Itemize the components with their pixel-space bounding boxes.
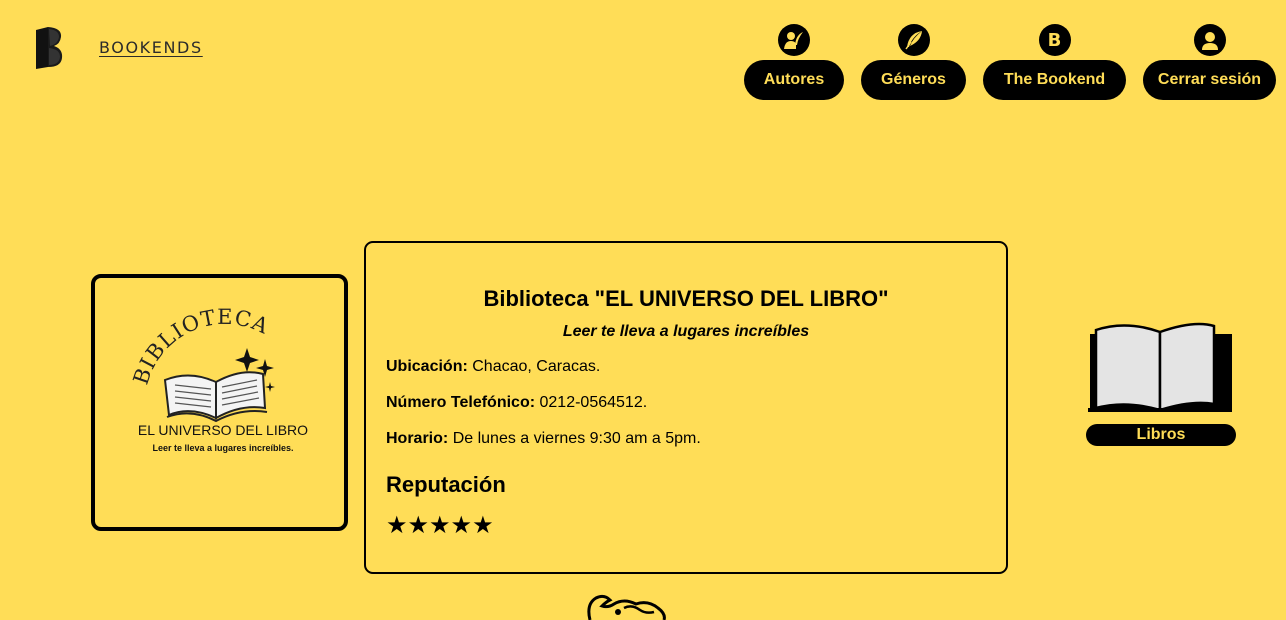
library-slogan: Leer te lleva a lugares increíbles xyxy=(562,323,810,340)
reputation-heading: Reputación xyxy=(386,472,506,497)
library-info-card: Biblioteca "EL UNIVERSO DEL LIBRO" Leer … xyxy=(364,241,1008,574)
open-book-icon[interactable] xyxy=(1086,322,1236,422)
brand-name[interactable]: BOOKENDS xyxy=(99,38,203,57)
location-label: Ubicación: xyxy=(386,358,468,375)
phone-label: Número Telefónico: xyxy=(386,394,536,411)
bookends-logo-icon[interactable] xyxy=(34,27,64,69)
nav-autores[interactable]: Autores xyxy=(744,24,844,100)
logo-name-text: EL UNIVERSO DEL LIBRO xyxy=(138,422,308,438)
phone-value: 0212-0564512. xyxy=(539,394,648,411)
library-logo-card: BIBLIOTECA EL UNIVERSO DEL LIBRO Leer te… xyxy=(91,274,348,531)
library-logo-image: BIBLIOTECA EL UNIVERSO DEL LIBRO Leer te… xyxy=(129,305,309,453)
location-line: Ubicación: Chacao, Caracas. xyxy=(386,358,600,376)
hours-line: Horario: De lunes a viernes 9:30 am a 5p… xyxy=(386,430,701,448)
feather-icon[interactable] xyxy=(897,24,930,56)
phone-line: Número Telefónico: 0212-0564512. xyxy=(386,394,647,412)
decorative-figure-icon xyxy=(587,594,666,620)
autores-button[interactable]: Autores xyxy=(744,60,844,100)
open-book-illustration xyxy=(163,371,268,423)
author-quill-icon[interactable] xyxy=(778,24,810,56)
nav-generos[interactable]: Géneros xyxy=(861,24,966,100)
user-icon[interactable] xyxy=(1193,24,1226,56)
bookends-b-icon[interactable]: B xyxy=(1038,24,1071,56)
books-widget[interactable]: Libros xyxy=(1086,322,1236,446)
libros-button[interactable]: Libros xyxy=(1086,424,1236,446)
star-rating: ★★★★★ xyxy=(386,512,494,539)
nav-cerrar-sesion[interactable]: Cerrar sesión xyxy=(1143,24,1276,100)
hours-label: Horario: xyxy=(386,430,449,447)
the-bookend-button[interactable]: The Bookend xyxy=(983,60,1126,100)
generos-button[interactable]: Géneros xyxy=(861,60,966,100)
library-title: Biblioteca "EL UNIVERSO DEL LIBRO" xyxy=(483,286,889,311)
nav-the-bookend[interactable]: B The Bookend xyxy=(983,24,1126,100)
location-value: Chacao, Caracas. xyxy=(472,358,601,375)
hours-value: De lunes a viernes 9:30 am a 5pm. xyxy=(452,430,701,447)
logo-tagline-text: Leer te lleva a lugares increíbles. xyxy=(152,443,293,453)
cerrar-sesion-button[interactable]: Cerrar sesión xyxy=(1143,60,1276,100)
